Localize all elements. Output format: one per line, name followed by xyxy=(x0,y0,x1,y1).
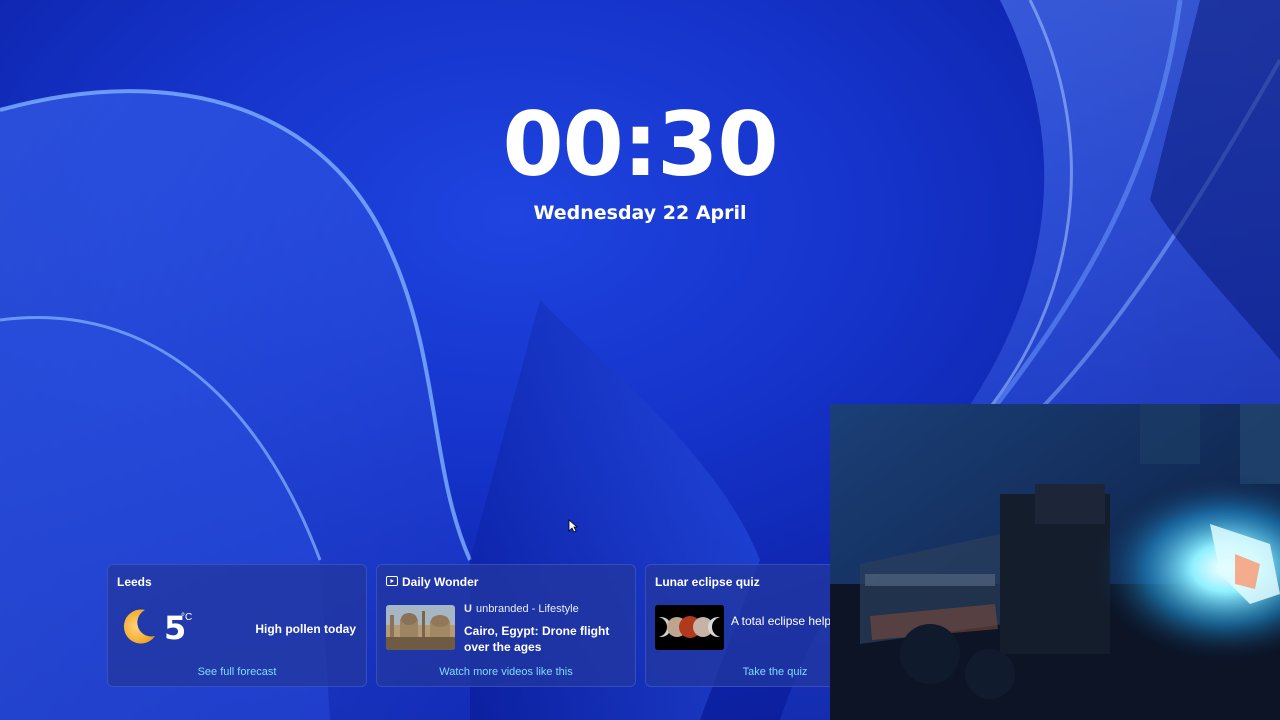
video-source: Uunbranded - Lifestyle xyxy=(464,603,579,615)
webcam-overlay xyxy=(830,404,1280,720)
source-logo: U xyxy=(464,603,472,615)
daily-wonder-title: Daily Wonder xyxy=(402,575,479,589)
eclipse-image xyxy=(655,605,724,650)
lock-date: Wednesday 22 April xyxy=(533,202,747,224)
temperature-unit: °C xyxy=(181,612,193,623)
video-headline[interactable]: Cairo, Egypt: Drone flight over the ages xyxy=(464,623,632,655)
moon-icon xyxy=(123,609,155,644)
mouse-cursor-icon xyxy=(568,519,578,533)
cairo-thumbnail[interactable] xyxy=(386,605,455,650)
lock-clock: 00:30 xyxy=(502,93,778,196)
pollen-alert: High pollen today xyxy=(255,622,356,636)
lock-screen: 00:30 Wednesday 22 April Leeds 5 °C High… xyxy=(0,0,1280,720)
quiz-title: Lunar eclipse quiz xyxy=(655,575,760,589)
weather-location: Leeds xyxy=(117,575,152,589)
webcam-feed xyxy=(830,404,1280,720)
see-forecast-link[interactable]: See full forecast xyxy=(108,666,366,678)
daily-wonder-widget[interactable]: Daily Wonder Uunbranded - Lifestyle Cair… xyxy=(376,564,636,687)
video-icon xyxy=(386,576,398,586)
eclipse-thumbnail[interactable] xyxy=(655,605,724,650)
watch-more-link[interactable]: Watch more videos like this xyxy=(377,666,635,678)
weather-widget[interactable]: Leeds 5 °C High pollen today See full fo… xyxy=(107,564,367,687)
cairo-image xyxy=(386,605,455,650)
source-label: unbranded - Lifestyle xyxy=(475,603,579,615)
